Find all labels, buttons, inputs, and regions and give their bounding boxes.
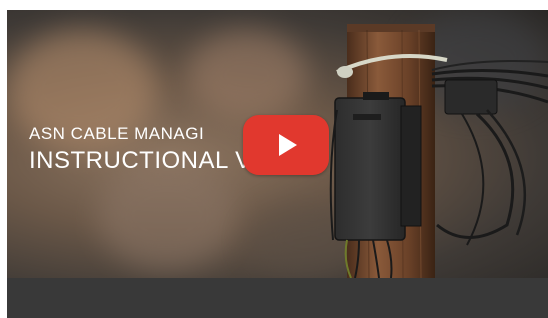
video-embed: ASN CABLE MANAGI INSTRUCTIONAL V [0,0,548,318]
play-icon [279,134,297,156]
caption-line-2: INSTRUCTIONAL V [29,147,252,174]
top-strip [7,0,548,10]
play-button[interactable] [243,115,329,175]
video-bottom-bar [7,278,548,318]
video-thumbnail[interactable]: ASN CABLE MANAGI INSTRUCTIONAL V [7,10,548,278]
caption-line-1: ASN CABLE MANAGI [29,124,205,143]
video-caption: ASN CABLE MANAGI INSTRUCTIONAL V [29,124,252,175]
